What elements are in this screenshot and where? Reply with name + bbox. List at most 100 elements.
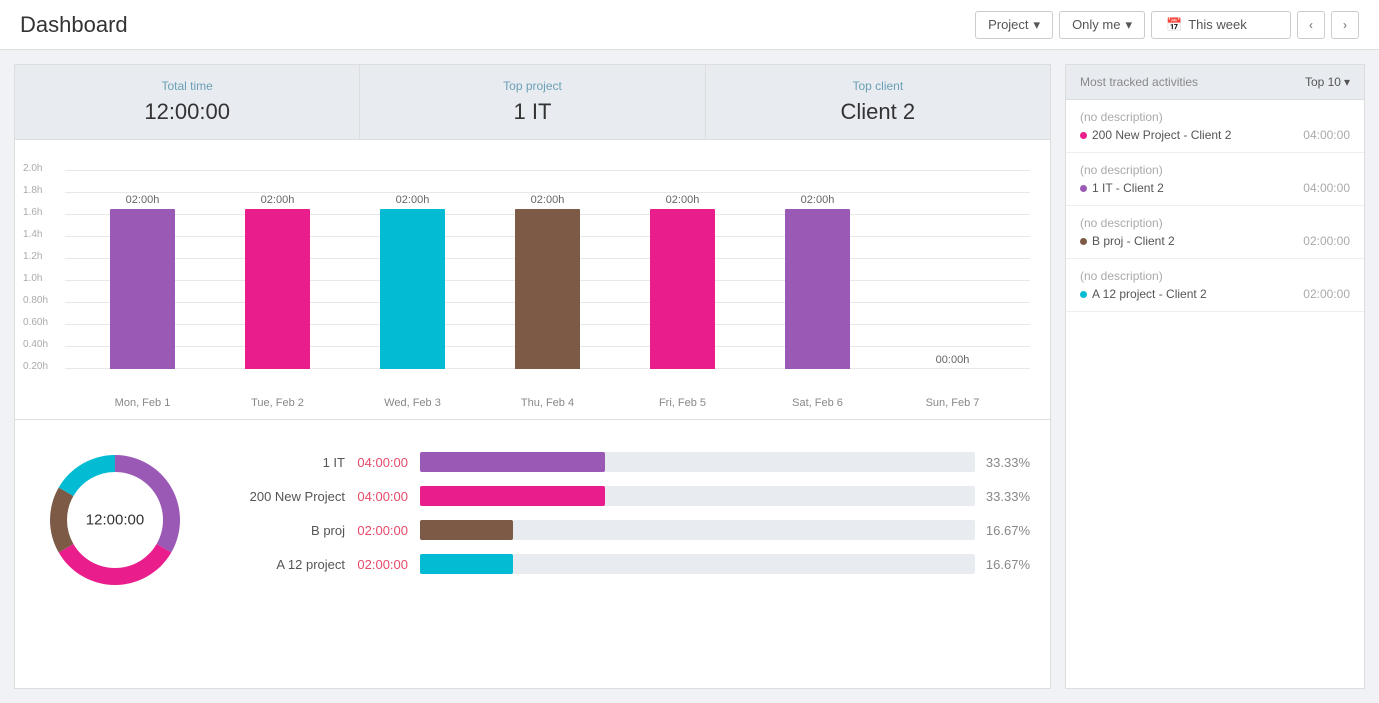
legend-project-time: 04:00:00	[355, 489, 420, 504]
bar	[515, 209, 580, 369]
total-time-label: Total time	[35, 79, 339, 93]
grid-label: 0.60h	[23, 317, 48, 328]
this-week-button[interactable]: 📅 This week	[1151, 11, 1291, 39]
legend-project-time: 04:00:00	[355, 455, 420, 470]
legend-project-name: 200 New Project	[225, 489, 355, 504]
activity-project-name: 1 IT - Client 2	[1092, 181, 1164, 195]
activity-project-row: 200 New Project - Client 2 04:00:00	[1080, 128, 1350, 142]
legend-bar-fill	[420, 486, 605, 506]
bar-group: 02:00h	[615, 194, 750, 369]
day-label: Thu, Feb 4	[480, 397, 615, 409]
activity-project-row: B proj - Client 202:00:00	[1080, 234, 1350, 248]
total-time-cell: Total time 12:00:00	[15, 65, 360, 139]
legend-bar-fill	[420, 452, 605, 472]
bar-group: 00:00h	[885, 354, 1020, 369]
legend-pct: 16.67%	[985, 557, 1030, 572]
legend-pct: 16.67%	[985, 523, 1030, 538]
bar	[380, 209, 445, 369]
activity-color-dot	[1080, 132, 1087, 139]
grid-label: 0.80h	[23, 295, 48, 306]
bar	[785, 209, 850, 369]
bar-group: 02:00h	[345, 194, 480, 369]
bar-group: 02:00h	[480, 194, 615, 369]
bar-label-top: 00:00h	[936, 354, 970, 366]
legend-pct: 33.33%	[985, 455, 1030, 470]
legend-row: 200 New Project04:00:00 33.33%	[225, 486, 1030, 506]
legend-bar-fill	[420, 554, 513, 574]
legend-bar-bg	[420, 486, 975, 506]
top-project-value: 1 IT	[380, 99, 684, 125]
grid-label: 0.40h	[23, 339, 48, 350]
bar-group: 02:00h	[75, 194, 210, 369]
activity-item: (no description) 1 IT - Client 2 04:00:00	[1066, 153, 1364, 206]
top-project-cell: Top project 1 IT	[360, 65, 705, 139]
grid-label: 1.6h	[23, 207, 42, 218]
main-layout: Total time 12:00:00 Top project 1 IT Top…	[0, 50, 1379, 703]
chevron-down-icon: ▾	[1344, 75, 1350, 89]
activity-item: (no description) 200 New Project - Client…	[1066, 100, 1364, 153]
bar-label-top: 02:00h	[126, 194, 160, 206]
top-client-label: Top client	[726, 79, 1030, 93]
bar-label-top: 02:00h	[531, 194, 565, 206]
activity-project-name: 200 New Project - Client 2	[1092, 128, 1231, 142]
legend-project-name: B proj	[225, 523, 355, 538]
bar-chart: 2.0h1.8h1.6h1.4h1.2h1.0h0.80h0.60h0.40h0…	[15, 140, 1050, 420]
top10-button[interactable]: Top 10 ▾	[1305, 75, 1350, 89]
activity-project-left: 200 New Project - Client 2	[1080, 128, 1231, 142]
legend-bar-fill	[420, 520, 513, 540]
activity-no-desc: (no description)	[1080, 110, 1350, 124]
grid-label: 2.0h	[23, 163, 42, 174]
total-time-value: 12:00:00	[35, 99, 339, 125]
activity-color-dot	[1080, 238, 1087, 245]
day-label: Fri, Feb 5	[615, 397, 750, 409]
activity-item: (no description) A 12 project - Client 2 0…	[1066, 259, 1364, 312]
prev-week-button[interactable]: ‹	[1297, 11, 1325, 39]
legend-row: A 12 project02:00:00 16.67%	[225, 554, 1030, 574]
next-week-button[interactable]: ›	[1331, 11, 1359, 39]
legend-project-time: 02:00:00	[355, 557, 420, 572]
bar-group: 02:00h	[750, 194, 885, 369]
activity-color-dot	[1080, 291, 1087, 298]
top-client-cell: Top client Client 2	[706, 65, 1050, 139]
right-panel: Most tracked activities Top 10 ▾ (no des…	[1065, 64, 1365, 689]
bar	[110, 209, 175, 369]
grid-label: 1.0h	[23, 273, 42, 284]
day-label: Tue, Feb 2	[210, 397, 345, 409]
legend-bar-bg	[420, 554, 975, 574]
header: Dashboard Project ▾ Only me ▾ 📅 This wee…	[0, 0, 1379, 50]
activity-project-name: A 12 project - Client 2	[1092, 287, 1207, 301]
activity-no-desc: (no description)	[1080, 163, 1350, 177]
chevron-down-icon: ▾	[1034, 17, 1041, 33]
activity-project-row: 1 IT - Client 2 04:00:00	[1080, 181, 1350, 195]
legend-bar-bg	[420, 520, 975, 540]
activity-no-desc: (no description)	[1080, 269, 1350, 283]
legend-pct: 33.33%	[985, 489, 1030, 504]
bar-label-top: 02:00h	[261, 194, 295, 206]
legend-row: B proj02:00:0016.67%	[225, 520, 1030, 540]
bar	[245, 209, 310, 369]
stats-row: Total time 12:00:00 Top project 1 IT Top…	[15, 65, 1050, 140]
legend-bar-bg	[420, 452, 975, 472]
left-panel: Total time 12:00:00 Top project 1 IT Top…	[14, 64, 1051, 689]
page-title: Dashboard	[20, 12, 128, 38]
legend-row: 1 IT04:00:0033.33%	[225, 452, 1030, 472]
only-me-dropdown[interactable]: Only me ▾	[1059, 11, 1145, 39]
day-label: Mon, Feb 1	[75, 397, 210, 409]
activity-project-row: A 12 project - Client 2 02:00:00	[1080, 287, 1350, 301]
day-label: Sat, Feb 6	[750, 397, 885, 409]
bar	[650, 209, 715, 369]
legend-project-name: A 12 project	[225, 557, 355, 572]
activity-project-left: B proj - Client 2	[1080, 234, 1175, 248]
activity-item: (no description)B proj - Client 202:00:0…	[1066, 206, 1364, 259]
grid-label: 0.20h	[23, 361, 48, 372]
activity-time: 04:00:00	[1303, 128, 1350, 142]
activity-time: 04:00:00	[1303, 181, 1350, 195]
donut-total: 12:00:00	[86, 512, 144, 529]
header-controls: Project ▾ Only me ▾ 📅 This week ‹ ›	[975, 11, 1359, 39]
donut-chart: 12:00:00	[35, 440, 195, 600]
chevron-down-icon: ▾	[1125, 17, 1132, 33]
bar-label-top: 02:00h	[801, 194, 835, 206]
activity-time: 02:00:00	[1303, 287, 1350, 301]
activity-project-left: A 12 project - Client 2	[1080, 287, 1207, 301]
project-dropdown[interactable]: Project ▾	[975, 11, 1053, 39]
